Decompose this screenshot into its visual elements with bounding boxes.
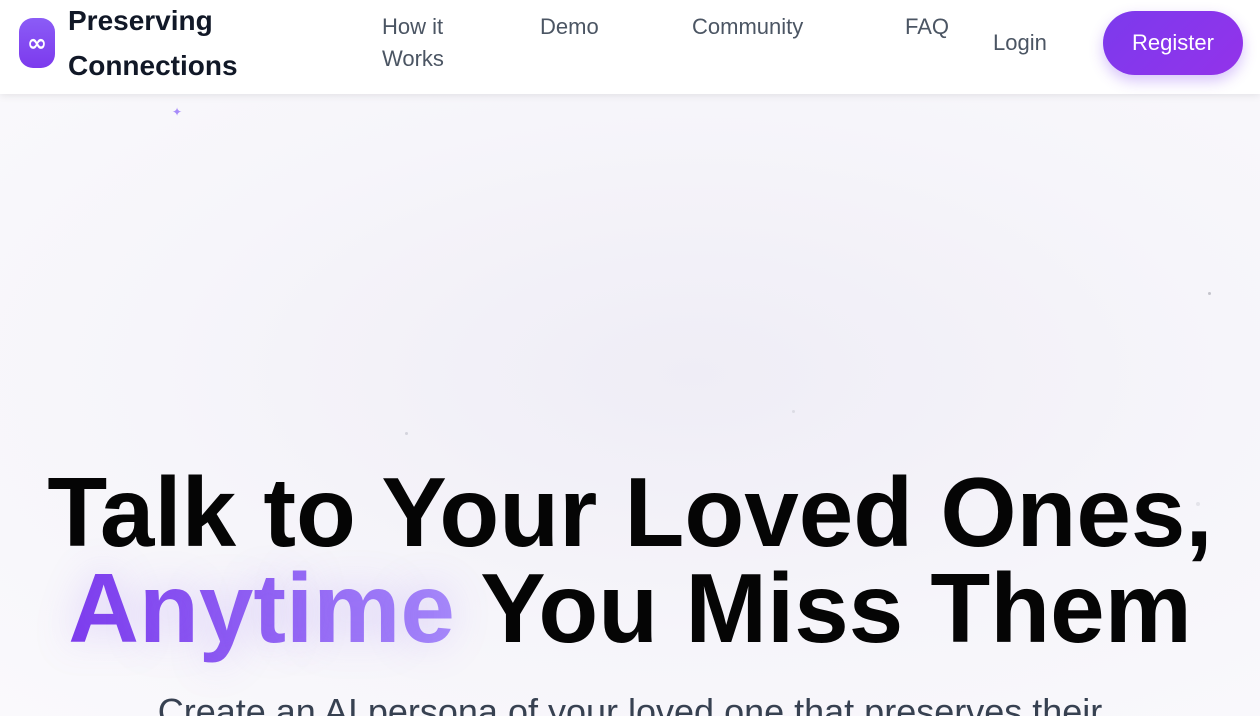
nav-how-it-works[interactable]: How it Works: [382, 11, 462, 75]
nav-demo[interactable]: Demo: [540, 11, 599, 43]
hero-headline: Talk to Your Loved Ones, Anytime You Mis…: [0, 457, 1260, 657]
nav-faq[interactable]: FAQ: [905, 11, 949, 43]
nav-community[interactable]: Community: [692, 11, 803, 43]
headline-accent-word: Anytime: [68, 553, 455, 663]
sparkle-dot-icon: [1208, 292, 1211, 295]
site-header: ∞ Preserving Connections How it Works De…: [0, 0, 1260, 94]
infinity-logo-icon: ∞: [19, 18, 55, 68]
sparkle-icon: ✦: [172, 105, 183, 119]
hero-subtitle: Create an AI persona of your loved one t…: [157, 691, 1103, 716]
register-button[interactable]: Register: [1103, 11, 1243, 75]
sparkle-dot-icon: [405, 432, 408, 435]
login-link[interactable]: Login: [993, 27, 1047, 59]
hero-section: ✦ Talk to Your Loved Ones, Anytime You M…: [0, 94, 1260, 716]
sparkle-dot-icon: [792, 410, 795, 413]
brand-name: Preserving Connections: [68, 5, 238, 81]
headline-line-2: Anytime You Miss Them: [0, 559, 1260, 657]
headline-rest: You Miss Them: [454, 553, 1192, 663]
brand-link[interactable]: ∞ Preserving Connections: [19, 0, 258, 86]
headline-line-1: Talk to Your Loved Ones,: [47, 457, 1213, 567]
